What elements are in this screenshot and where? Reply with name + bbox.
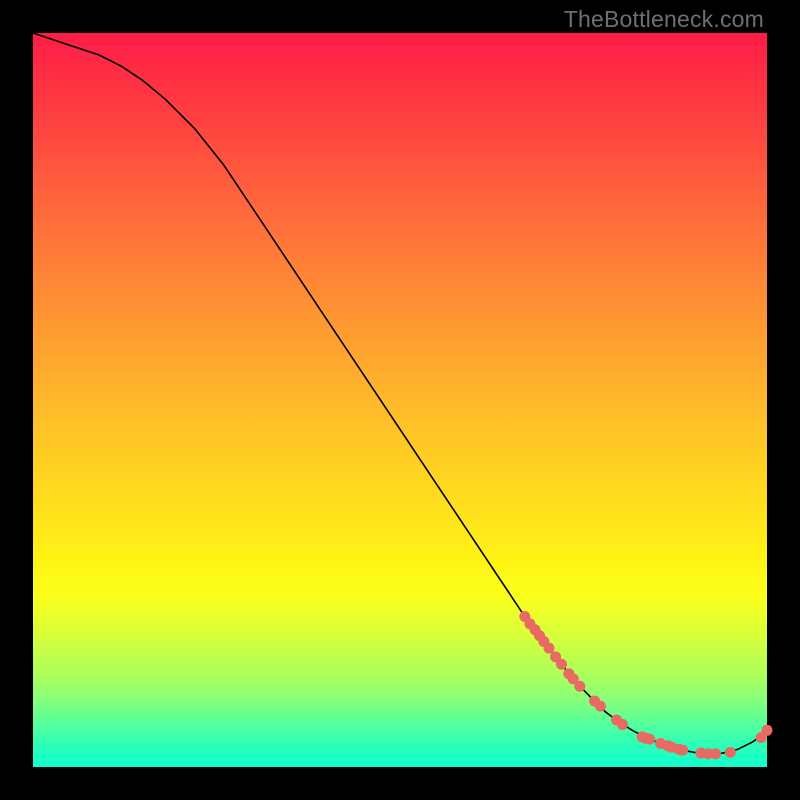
chart-frame: TheBottleneck.com bbox=[0, 0, 800, 800]
data-marker bbox=[725, 747, 736, 758]
data-marker bbox=[677, 745, 688, 756]
data-marker bbox=[617, 719, 628, 730]
data-marker bbox=[644, 734, 655, 745]
attribution-text: TheBottleneck.com bbox=[564, 6, 764, 33]
data-marker bbox=[574, 681, 585, 692]
bottleneck-curve-line bbox=[33, 33, 767, 754]
data-marker bbox=[595, 701, 606, 712]
data-marker bbox=[762, 725, 773, 736]
data-marker bbox=[710, 748, 721, 759]
chart-svg bbox=[33, 33, 767, 767]
data-marker bbox=[544, 643, 555, 654]
data-markers bbox=[519, 611, 772, 759]
data-marker bbox=[556, 659, 567, 670]
